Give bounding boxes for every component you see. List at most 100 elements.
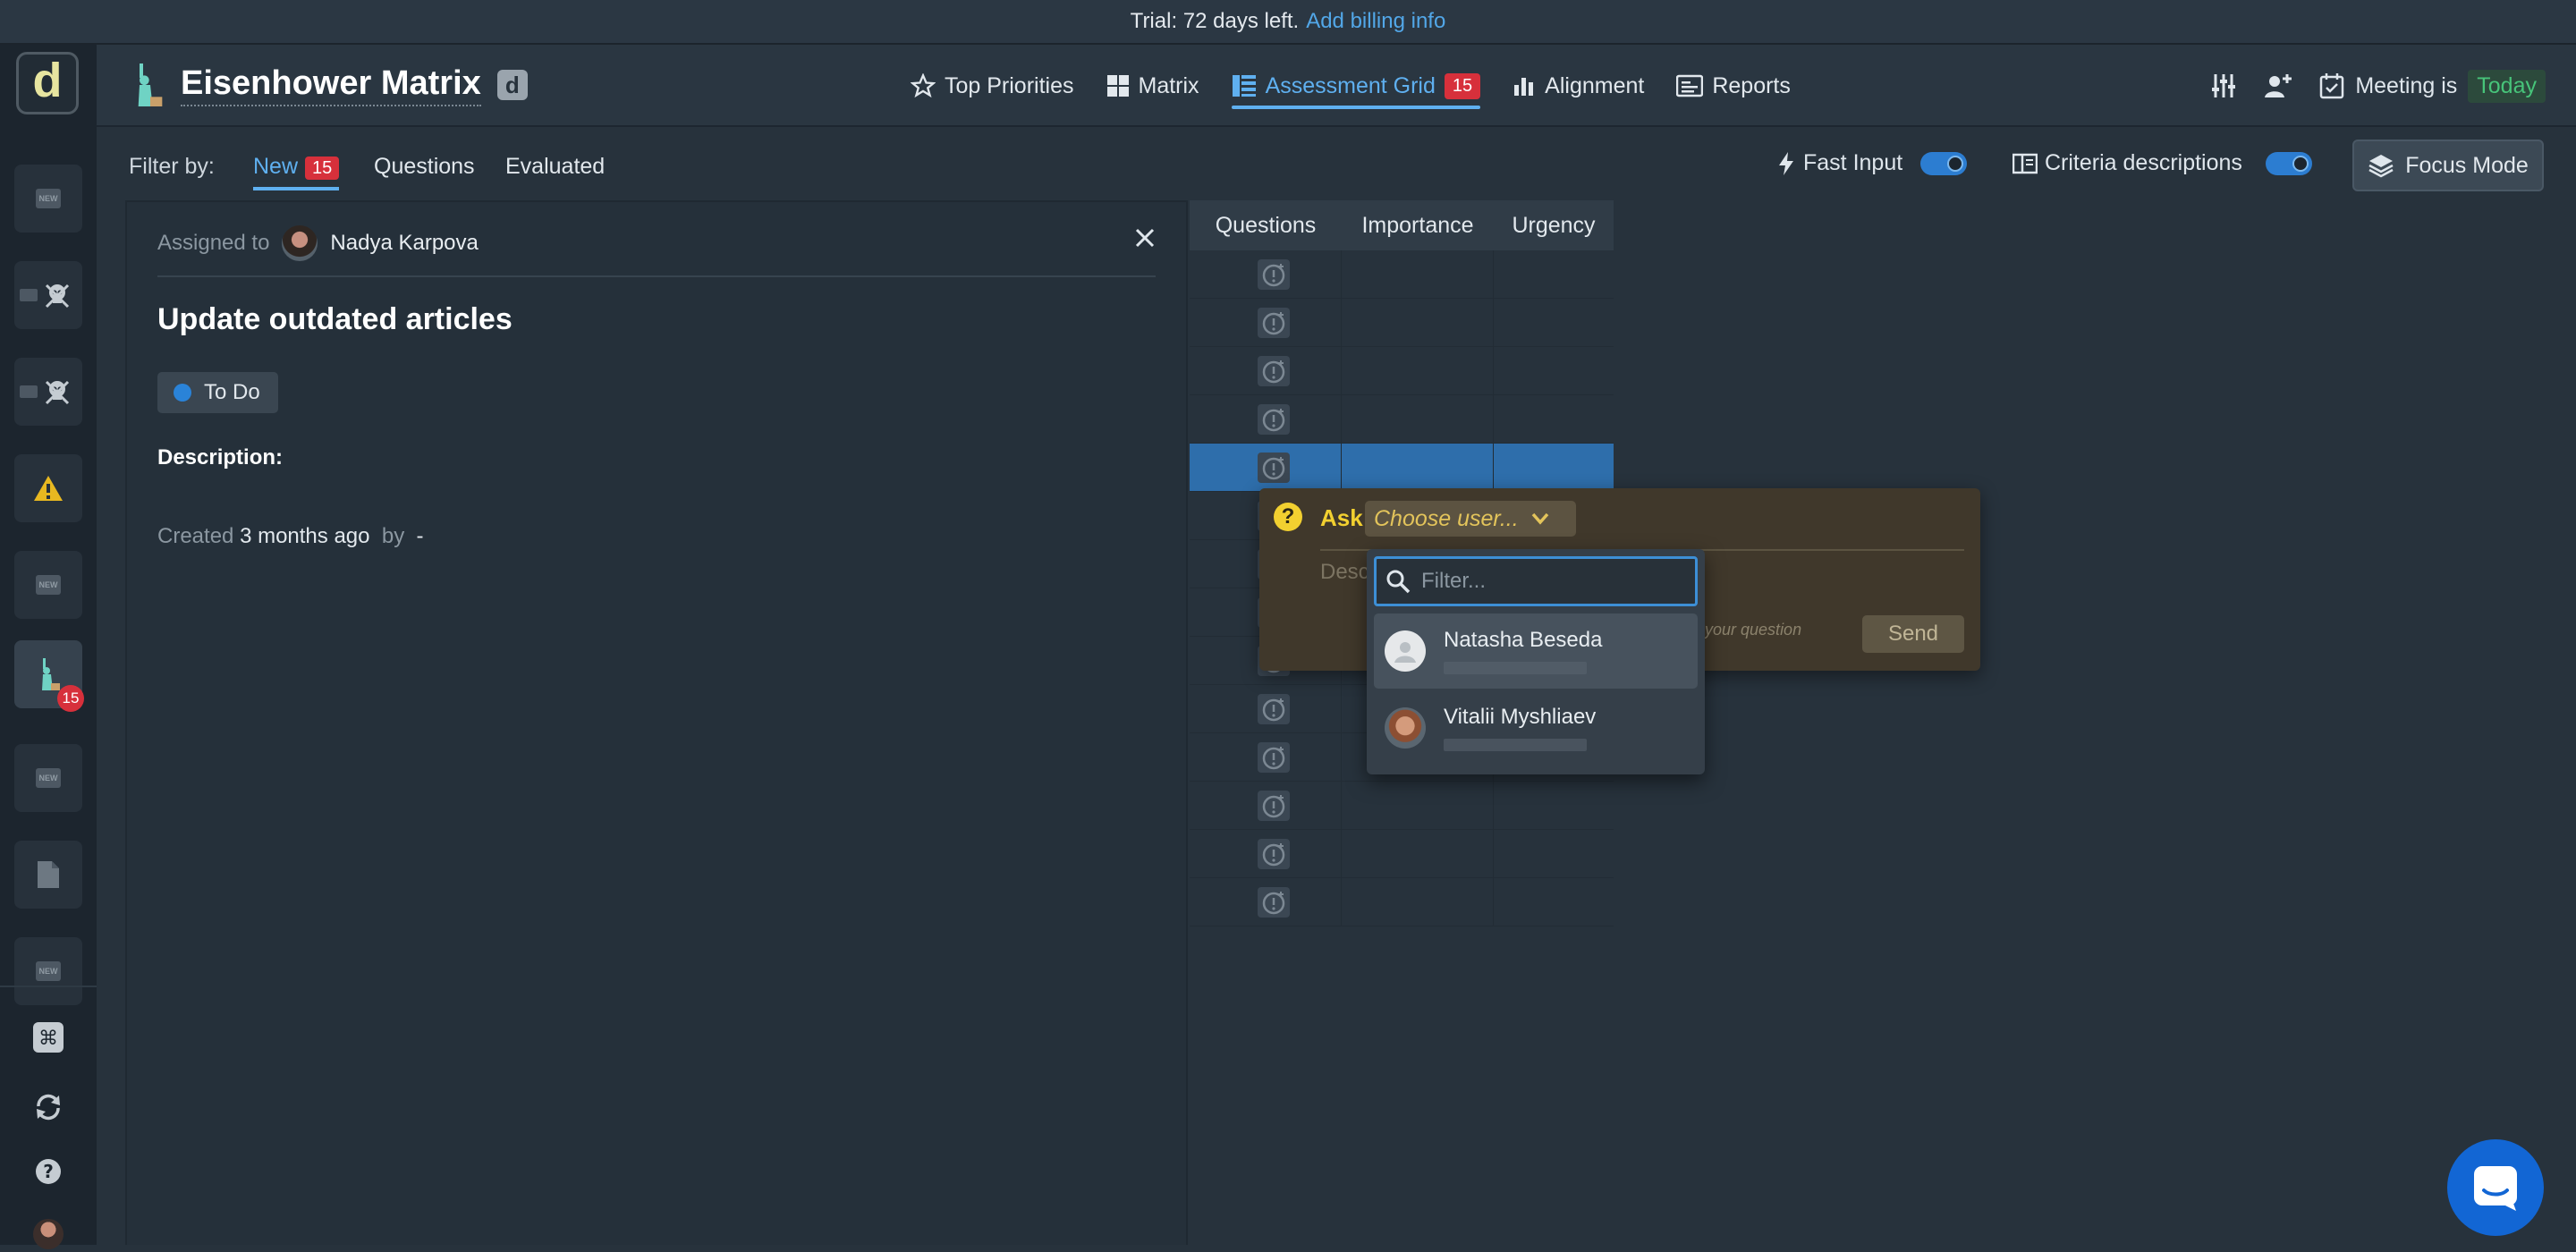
table-row[interactable] bbox=[1190, 395, 1614, 444]
sync-button[interactable] bbox=[30, 1089, 66, 1125]
questions-cell[interactable] bbox=[1190, 878, 1342, 926]
column-header-importance[interactable]: Importance bbox=[1342, 213, 1494, 239]
focus-mode-label: Focus Mode bbox=[2405, 152, 2529, 178]
sidebar-item-1[interactable]: NEW bbox=[14, 165, 82, 233]
tab-matrix[interactable]: Matrix bbox=[1106, 45, 1199, 127]
status-badge[interactable]: To Do bbox=[157, 372, 278, 413]
sidebar-item-8[interactable]: NEW bbox=[14, 937, 82, 1005]
importance-cell[interactable] bbox=[1342, 347, 1494, 395]
add-billing-link[interactable]: Add billing info bbox=[1306, 9, 1445, 34]
invite-user-button[interactable] bbox=[2264, 72, 2292, 99]
column-header-urgency[interactable]: Urgency bbox=[1494, 213, 1614, 239]
importance-cell[interactable] bbox=[1342, 878, 1494, 926]
sidebar-item-4[interactable] bbox=[14, 454, 82, 522]
ask-question-icon[interactable] bbox=[1258, 839, 1290, 869]
sidebar-item-eisenhower[interactable]: 15 bbox=[14, 640, 84, 712]
sidebar-item-7[interactable] bbox=[14, 841, 82, 909]
ask-question-icon[interactable] bbox=[1258, 791, 1290, 821]
user-filter-input[interactable] bbox=[1419, 568, 1679, 595]
settings-sliders-button[interactable] bbox=[2210, 72, 2237, 99]
ask-question-icon[interactable] bbox=[1258, 694, 1290, 724]
questions-cell[interactable] bbox=[1190, 733, 1342, 782]
importance-cell[interactable] bbox=[1342, 299, 1494, 347]
filter-tab-questions[interactable]: Questions bbox=[374, 154, 475, 180]
table-row[interactable] bbox=[1190, 347, 1614, 395]
assignee-row: Assigned to Nadya Karpova bbox=[157, 225, 479, 261]
importance-cell[interactable] bbox=[1342, 444, 1494, 492]
column-header-questions[interactable]: Questions bbox=[1190, 213, 1342, 239]
table-row[interactable] bbox=[1190, 878, 1614, 926]
add-user-icon bbox=[2265, 74, 2292, 97]
assignee-name[interactable]: Nadya Karpova bbox=[330, 231, 478, 256]
table-row[interactable] bbox=[1190, 782, 1614, 830]
user-option-vitalii[interactable]: Vitalii Myshliaev bbox=[1374, 690, 1698, 766]
questions-cell[interactable] bbox=[1190, 250, 1342, 299]
choose-user-dropdown[interactable]: Choose user... bbox=[1365, 501, 1576, 537]
user-filter-field[interactable] bbox=[1374, 556, 1698, 606]
chat-launcher-button[interactable] bbox=[2447, 1139, 2544, 1236]
ask-question-icon[interactable] bbox=[1258, 356, 1290, 386]
by-value: - bbox=[416, 524, 424, 548]
questions-cell[interactable] bbox=[1190, 444, 1342, 492]
tab-label: Assessment Grid bbox=[1265, 72, 1436, 98]
filter-tab-label: Evaluated bbox=[505, 154, 606, 179]
meeting-status-badge: Today bbox=[2468, 69, 2546, 103]
filter-tab-new[interactable]: New 15 bbox=[253, 154, 340, 190]
fast-input-toggle[interactable] bbox=[1920, 151, 1968, 175]
questions-cell[interactable] bbox=[1190, 395, 1342, 444]
table-icon bbox=[1232, 75, 1256, 97]
importance-cell[interactable] bbox=[1342, 782, 1494, 830]
ask-question-icon[interactable] bbox=[1258, 404, 1290, 435]
ask-question-icon[interactable] bbox=[1258, 742, 1290, 773]
by-label: by bbox=[381, 524, 405, 548]
page-title[interactable]: Eisenhower Matrix bbox=[181, 64, 481, 106]
command-button[interactable]: ⌘ bbox=[30, 1019, 66, 1055]
chat-icon bbox=[2474, 1166, 2517, 1211]
ask-question-icon[interactable] bbox=[1258, 453, 1290, 483]
tab-count-badge: 15 bbox=[1444, 72, 1481, 99]
ask-question-icon[interactable] bbox=[1258, 887, 1290, 918]
skull-icon bbox=[20, 380, 70, 405]
user-option-natasha[interactable]: Natasha Beseda bbox=[1374, 613, 1698, 689]
table-row[interactable] bbox=[1190, 250, 1614, 299]
sidebar-item-6[interactable]: NEW bbox=[14, 744, 82, 812]
sidebar-item-3[interactable] bbox=[14, 358, 82, 426]
avatar bbox=[1385, 630, 1426, 672]
sidebar-item-2[interactable] bbox=[14, 261, 82, 329]
sidebar-item-5[interactable]: NEW bbox=[14, 551, 82, 619]
task-title[interactable]: Update outdated articles bbox=[157, 302, 513, 337]
help-button[interactable]: ? bbox=[30, 1154, 66, 1189]
focus-mode-button[interactable]: Focus Mode bbox=[2352, 140, 2544, 191]
questions-cell[interactable] bbox=[1190, 685, 1342, 733]
created-info: Created 3 months ago by - bbox=[157, 524, 424, 549]
user-email-redacted bbox=[1444, 739, 1587, 751]
table-row[interactable] bbox=[1190, 299, 1614, 347]
tab-alignment[interactable]: Alignment bbox=[1513, 45, 1644, 127]
criteria-toggle[interactable] bbox=[2265, 151, 2312, 175]
close-icon bbox=[1135, 228, 1155, 248]
questions-cell[interactable] bbox=[1190, 347, 1342, 395]
questions-cell[interactable] bbox=[1190, 830, 1342, 878]
description-input[interactable]: Desc bbox=[1320, 560, 1369, 585]
app-logo[interactable]: d bbox=[16, 52, 79, 114]
tab-reports[interactable]: Reports bbox=[1676, 45, 1791, 127]
questions-cell[interactable] bbox=[1190, 299, 1342, 347]
tab-assessment-grid[interactable]: Assessment Grid 15 bbox=[1231, 45, 1481, 127]
questions-cell[interactable] bbox=[1190, 782, 1342, 830]
tab-top-priorities[interactable]: Top Priorities bbox=[911, 45, 1074, 127]
choose-user-placeholder: Choose user... bbox=[1374, 505, 1519, 531]
importance-cell[interactable] bbox=[1342, 395, 1494, 444]
filter-tab-evaluated[interactable]: Evaluated bbox=[505, 154, 605, 180]
board-type-badge[interactable]: d bbox=[496, 70, 528, 100]
send-button[interactable]: Send bbox=[1862, 615, 1964, 653]
meeting-button[interactable]: Meeting is Today bbox=[2319, 69, 2546, 103]
ask-question-icon[interactable] bbox=[1258, 259, 1290, 290]
table-row[interactable] bbox=[1190, 830, 1614, 878]
user-avatar-button[interactable] bbox=[30, 1216, 66, 1252]
importance-cell[interactable] bbox=[1342, 250, 1494, 299]
close-button[interactable] bbox=[1134, 227, 1156, 249]
importance-cell[interactable] bbox=[1342, 830, 1494, 878]
table-row[interactable] bbox=[1190, 444, 1614, 492]
help-icon: ? bbox=[36, 1159, 61, 1184]
ask-question-icon[interactable] bbox=[1258, 308, 1290, 338]
